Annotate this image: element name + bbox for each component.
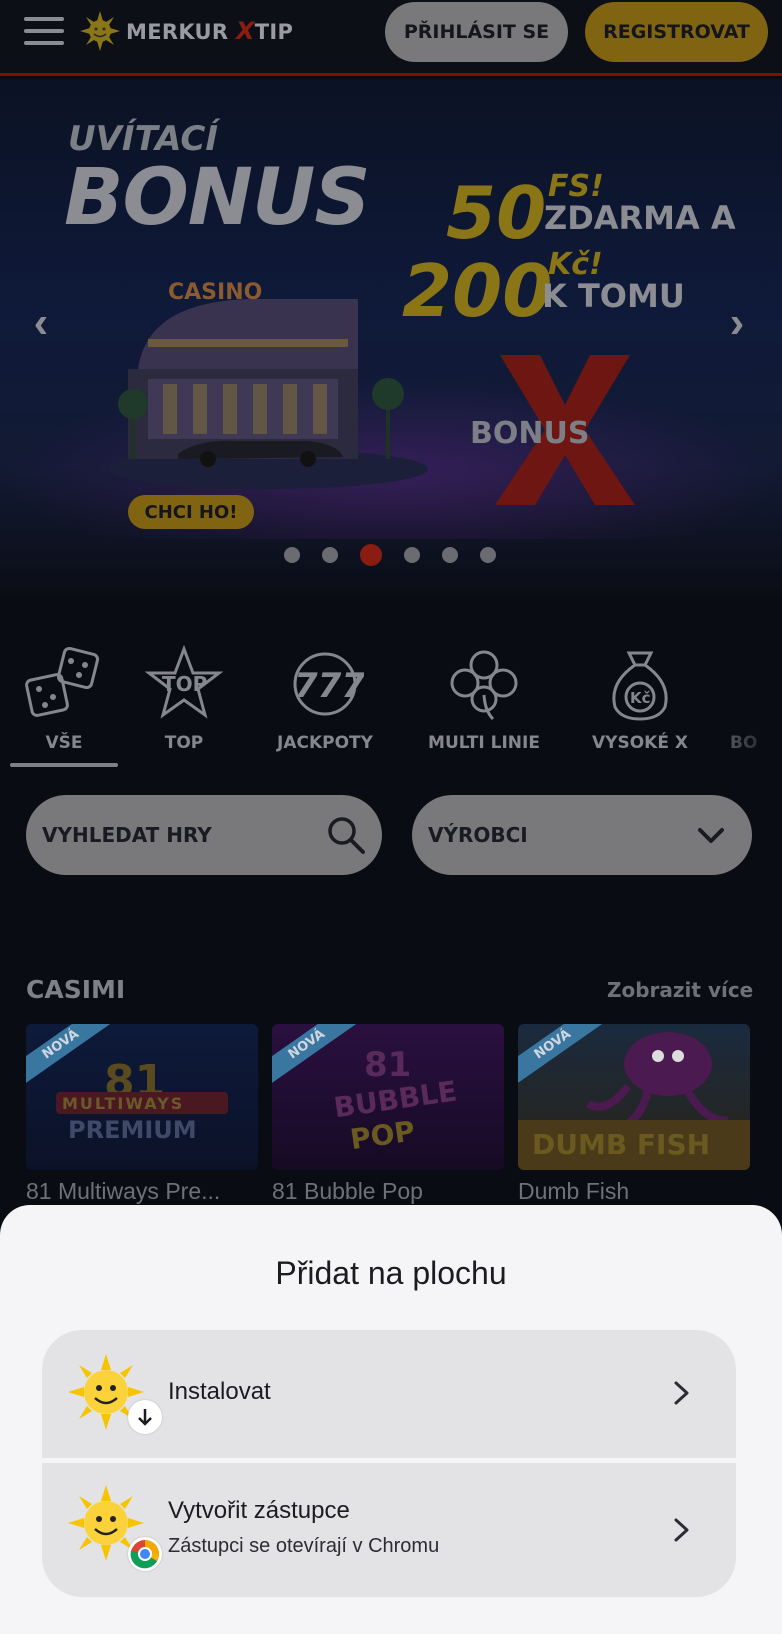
search-icon[interactable] xyxy=(326,815,366,855)
register-button[interactable]: REGISTROVAT xyxy=(585,2,768,62)
tab-jackpoty-label: JACKPOTY xyxy=(277,733,373,753)
search-games-input[interactable]: VYHLEDAT HRY xyxy=(26,795,382,875)
banner-fs-amount: 50 xyxy=(446,171,547,255)
login-button[interactable]: PŘIHLÁSIT SE xyxy=(385,2,568,62)
hamburger-menu-icon[interactable] xyxy=(24,17,64,45)
tab-multi-linie-label: MULTI LINIE xyxy=(428,733,540,753)
carousel-dot[interactable] xyxy=(442,547,458,563)
logo-wordmark: MERKUR XTIP xyxy=(126,17,294,45)
carousel-next-arrow-icon[interactable]: › xyxy=(722,301,752,345)
bonus-x-text: BONUS xyxy=(470,416,589,451)
game-thumbnail[interactable]: 81 BUBBLE POP NOVÁ xyxy=(272,1024,504,1170)
game-thumbnail[interactable]: DUMB FISH NOVÁ xyxy=(518,1024,750,1170)
tab-vse-label: VŠE xyxy=(45,733,83,753)
bonus-x-illustration: BONUS xyxy=(470,355,635,505)
svg-text:TOP: TOP xyxy=(162,672,207,696)
top-header: MERKUR XTIP PŘIHLÁSIT SE REGISTROVAT xyxy=(0,0,782,76)
carousel-dot-active[interactable] xyxy=(360,544,382,566)
svg-text:Kč: Kč xyxy=(630,689,651,707)
casino-building-illustration: CASINO xyxy=(108,280,428,489)
chevron-right-icon xyxy=(674,1518,689,1542)
install-option[interactable]: Instalovat xyxy=(42,1330,736,1458)
tab-jackpoty[interactable]: 777 JACKPOTY xyxy=(270,645,380,767)
carousel-dot[interactable] xyxy=(404,547,420,563)
svg-text:MULTIWAYS: MULTIWAYS xyxy=(62,1094,184,1113)
download-badge-icon xyxy=(128,1400,162,1434)
search-placeholder: VYHLEDAT HRY xyxy=(42,823,212,847)
active-tab-underline xyxy=(10,763,118,767)
install-label: Instalovat xyxy=(168,1378,271,1405)
chevron-down-icon xyxy=(698,828,724,843)
category-tabs: VŠE TOP TOP 777 JACKPOTY MULTI LINIE Kč … xyxy=(0,645,782,770)
promo-banner[interactable]: UVÍTACÍ BONUS 50 FS! ZDARMA A 200 Kč! K … xyxy=(0,79,782,595)
producers-dropdown[interactable]: VÝROBCI xyxy=(412,795,752,875)
banner-kc-text: K TOMU xyxy=(542,277,685,315)
shortcut-label: Vytvořit zástupce xyxy=(168,1497,350,1524)
svg-text:777: 777 xyxy=(294,666,364,706)
game-title[interactable]: 81 Multiways Pre... xyxy=(26,1178,220,1205)
producers-label: VÝROBCI xyxy=(428,823,528,847)
clover-icon xyxy=(450,650,518,721)
game-title[interactable]: Dumb Fish xyxy=(518,1178,629,1205)
svg-text:DUMB FISH: DUMB FISH xyxy=(532,1128,710,1161)
create-shortcut-option[interactable]: Vytvořit zástupce Zástupci se otevírají … xyxy=(42,1463,736,1597)
banner-bonus-heading: BONUS xyxy=(64,153,371,243)
banner-fs-text: ZDARMA A xyxy=(544,199,736,237)
merkur-sun-icon xyxy=(80,11,120,51)
tabs-fade-edge xyxy=(728,645,782,767)
carousel-dot[interactable] xyxy=(322,547,338,563)
tab-top[interactable]: TOP TOP xyxy=(144,645,224,767)
tab-multi-linie[interactable]: MULTI LINIE xyxy=(424,645,544,767)
banner-cta-button[interactable]: CHCI HO! xyxy=(128,495,254,529)
section-title: CASIMI xyxy=(26,975,126,1004)
sheet-title: Přidat na plochu xyxy=(275,1255,507,1291)
add-to-home-sheet: Přidat na plochu Instalovat Vytvořit zás… xyxy=(0,1205,782,1634)
carousel-prev-arrow-icon[interactable]: ‹ xyxy=(26,301,56,345)
carousel-dot[interactable] xyxy=(284,547,300,563)
tab-vysoke-x[interactable]: Kč VYSOKÉ X xyxy=(588,645,692,767)
tab-top-label: TOP xyxy=(164,733,204,753)
carousel-dots xyxy=(284,544,496,566)
game-thumbnail[interactable]: 81 MULTIWAYS PREMIUM NOVÁ xyxy=(26,1024,258,1170)
chevron-right-icon xyxy=(674,1381,689,1405)
dice-icon xyxy=(25,646,100,717)
chrome-badge-icon xyxy=(128,1537,162,1571)
top-star-icon: TOP xyxy=(145,645,223,719)
money-bag-icon: Kč xyxy=(612,651,668,721)
show-more-link[interactable]: Zobrazit více xyxy=(607,978,753,1002)
svg-text:PREMIUM: PREMIUM xyxy=(68,1116,197,1144)
svg-text:81: 81 xyxy=(364,1045,411,1085)
shortcut-sublabel: Zástupci se otevírají v Chromu xyxy=(168,1535,440,1557)
tab-vysoke-x-label: VYSOKÉ X xyxy=(592,733,688,753)
777-icon: 777 xyxy=(293,652,364,716)
carousel-dot[interactable] xyxy=(480,547,496,563)
casino-sign-text: CASINO xyxy=(168,280,262,305)
game-title[interactable]: 81 Bubble Pop xyxy=(272,1178,423,1205)
tab-vse[interactable]: VŠE xyxy=(24,645,104,767)
merkur-xtip-logo[interactable]: MERKUR XTIP xyxy=(80,10,293,52)
